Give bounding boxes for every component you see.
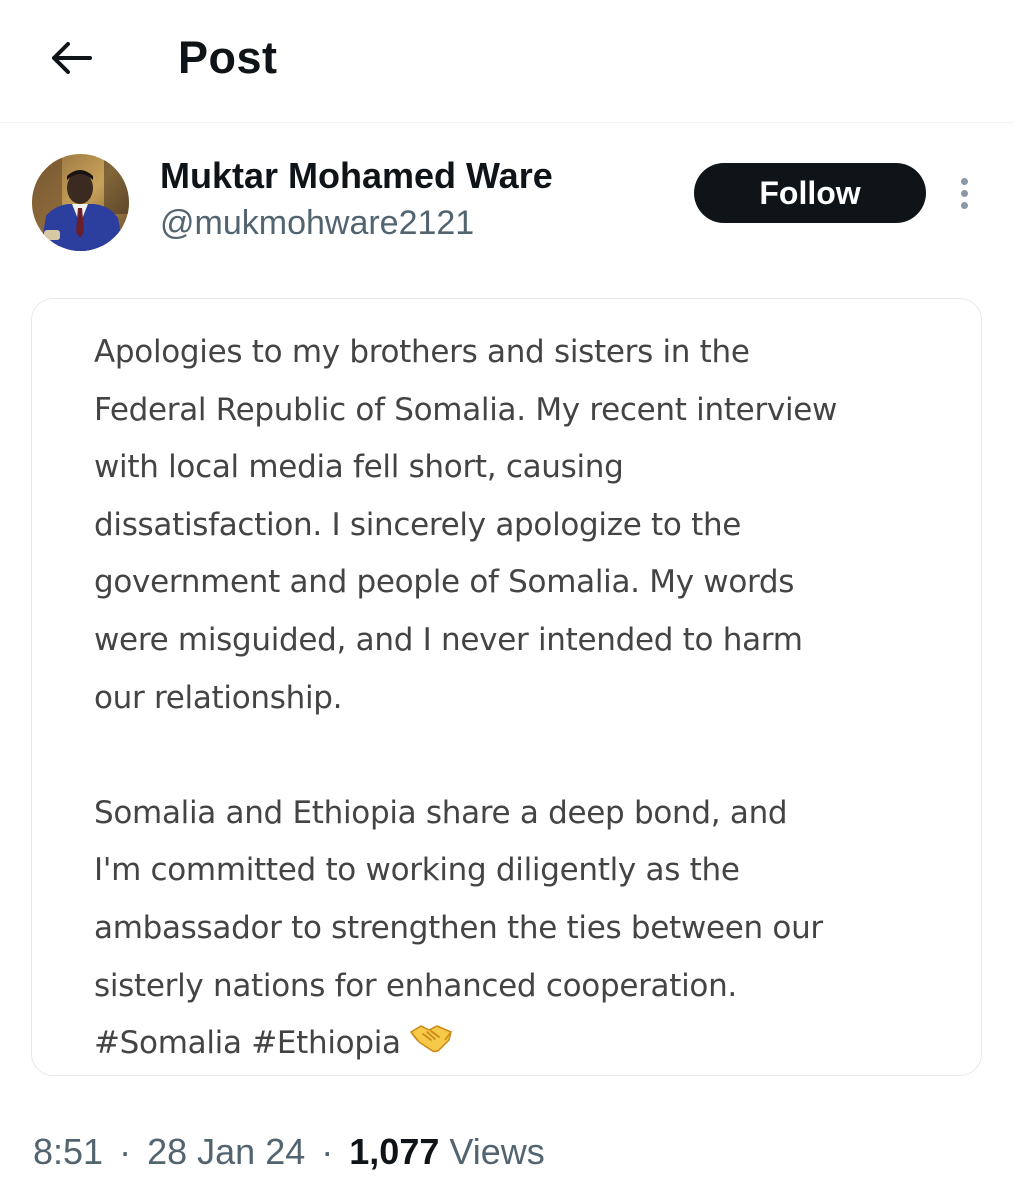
- follow-button[interactable]: Follow: [694, 163, 926, 223]
- hashtag[interactable]: #Ethiopia: [251, 1025, 401, 1061]
- more-options-button[interactable]: [946, 170, 982, 216]
- separator: ·: [321, 1131, 334, 1172]
- views-count: 1,077: [349, 1131, 440, 1172]
- hashtag[interactable]: #Somalia: [94, 1025, 242, 1061]
- author-name[interactable]: Muktar Mohamed Ware: [160, 154, 553, 198]
- more-vertical-icon-dot: [960, 177, 968, 185]
- post-date[interactable]: 28 Jan 24: [147, 1131, 305, 1172]
- arrow-left-icon: [52, 42, 92, 74]
- back-button[interactable]: [42, 30, 98, 86]
- post-body: Apologies to my brothers and sisters in …: [94, 324, 974, 1073]
- post-time[interactable]: 8:51: [33, 1131, 103, 1172]
- post-paragraph: Somalia and Ethiopia share a deep bond, …: [94, 794, 823, 1004]
- views-label: Views: [449, 1131, 545, 1172]
- page-title: Post: [178, 32, 278, 83]
- author-handle[interactable]: @mukmohware2121: [160, 202, 474, 244]
- top-bar: Post: [0, 0, 1013, 123]
- post-hashtags: #Somalia #Ethiopia: [94, 1015, 974, 1073]
- post-paragraph: Apologies to my brothers and sisters in …: [94, 334, 838, 716]
- post-image-card[interactable]: Apologies to my brothers and sisters in …: [31, 298, 982, 1076]
- more-vertical-icon-dot: [960, 189, 968, 197]
- separator: ·: [119, 1131, 132, 1172]
- post-meta: 8:51 · 28 Jan 24 · 1,077 Views: [33, 1128, 545, 1176]
- more-vertical-icon-dot: [960, 201, 968, 209]
- avatar-image: [32, 154, 129, 251]
- handshake-emoji-icon: [409, 1016, 453, 1074]
- avatar[interactable]: [32, 154, 129, 251]
